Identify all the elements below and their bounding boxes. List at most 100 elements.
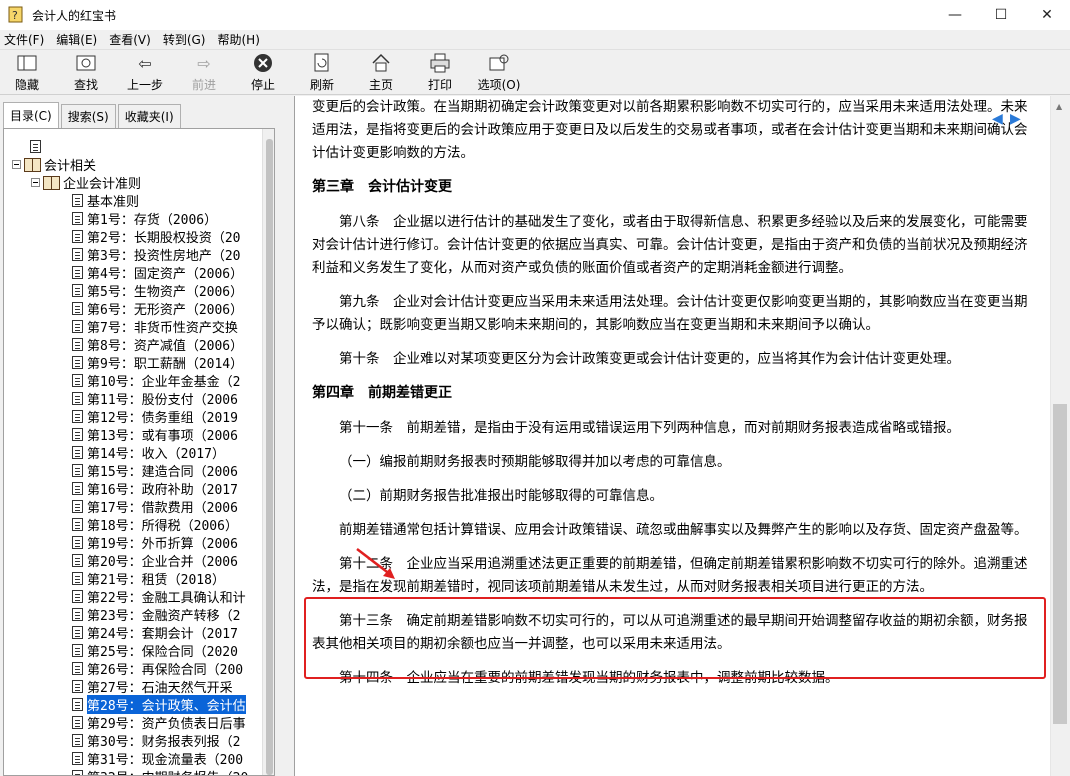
tree-item[interactable]: 第26号：再保险合同（200 xyxy=(4,659,262,678)
tree-item-label: 第4号：固定资产（2006） xyxy=(87,266,244,282)
back-icon: ⇦ xyxy=(138,53,152,73)
tree-item[interactable]: 第25号：保险合同（2020 xyxy=(4,641,262,660)
tab-contents[interactable]: 目录(C) xyxy=(3,102,59,128)
print-button[interactable]: 打印 xyxy=(415,52,465,94)
tree-item-label: 第10号：企业年金基金（2 xyxy=(87,374,241,390)
tree-item[interactable]: 基本准则 xyxy=(4,191,262,210)
minimize-button[interactable]: — xyxy=(932,0,978,30)
tab-favorites[interactable]: 收藏夹(I) xyxy=(117,104,181,128)
tree-item[interactable]: 第7号：非货币性资产交换 xyxy=(4,317,262,336)
next-page-icon[interactable]: ▶ xyxy=(1010,112,1028,126)
content-scrollbar[interactable]: ▲ xyxy=(1050,96,1070,776)
tab-search[interactable]: 搜索(S) xyxy=(60,104,116,128)
article-paragraph: （一）编报前期财务报表时预期能够取得并加以考虑的可靠信息。 xyxy=(339,454,731,470)
tree-item[interactable]: 第15号：建造合同（2006 xyxy=(4,461,262,480)
tree-item[interactable]: 第31号：现金流量表（200 xyxy=(4,749,262,768)
tree-item[interactable]: 第16号：政府补助（2017 xyxy=(4,479,262,498)
chapter-heading: 第三章 会计估计变更 xyxy=(312,179,452,195)
collapse-icon[interactable] xyxy=(12,159,21,169)
tree-item[interactable]: 第8号：资产减值（2006） xyxy=(4,335,262,354)
menu-edit[interactable]: 编辑(E) xyxy=(56,31,97,48)
tree-item[interactable]: 第30号：财务报表列报（2 xyxy=(4,731,262,750)
content-pane: 变更后的会计政策。在当期期初确定会计政策变更对以前各期累积影响数不切实可行的，应… xyxy=(294,96,1050,776)
tree-item[interactable]: 第19号：外币折算（2006 xyxy=(4,533,262,552)
tree-item-label: 第22号：金融工具确认和计 xyxy=(87,590,246,606)
scroll-up-icon[interactable]: ▲ xyxy=(1056,102,1062,111)
annotation-arrow-icon xyxy=(356,548,395,579)
menu-file[interactable]: 文件(F) xyxy=(4,31,44,48)
toolbar: 隐藏 查找 ⇦ 上一步 ⇨ 前进 停止 刷新 主页 打印 选项(O) xyxy=(0,49,1070,95)
forward-label: 前进 xyxy=(191,78,216,92)
tree-item[interactable]: 第11号：股份支付（2006 xyxy=(4,389,262,408)
tree-item[interactable]: 第21号：租赁（2018） xyxy=(4,569,262,588)
page-icon xyxy=(72,247,83,261)
tree-item[interactable]: 第28号：会计政策、会计估 xyxy=(4,694,262,714)
tree-item[interactable]: 第32号：中期财务报告（20 xyxy=(4,767,262,775)
tree-item[interactable]: 第14号：收入（2017） xyxy=(4,443,262,462)
article-paragraph: （二）前期财务报告批准报出时能够取得的可靠信息。 xyxy=(339,488,663,504)
hide-icon xyxy=(16,52,38,74)
page-icon xyxy=(72,337,83,351)
back-button[interactable]: ⇦ 上一步 xyxy=(120,52,170,94)
tree-item-label: 第8号：资产减值（2006） xyxy=(87,338,244,354)
content-scroll-thumb[interactable] xyxy=(1053,404,1067,724)
tree-item[interactable]: 第6号：无形资产（2006） xyxy=(4,299,262,318)
tree-item-label: 第7号：非货币性资产交换 xyxy=(87,320,238,336)
hide-button[interactable]: 隐藏 xyxy=(2,52,52,94)
tree-scroll-thumb[interactable] xyxy=(266,139,273,775)
page-icon xyxy=(72,625,83,639)
tree-item[interactable]: 第10号：企业年金基金（2 xyxy=(4,371,262,390)
tree-item-label: 第21号：租赁（2018） xyxy=(87,572,225,588)
page-icon xyxy=(72,499,83,513)
refresh-button[interactable]: 刷新 xyxy=(297,52,347,94)
tree-item-label: 第18号：所得税（2006） xyxy=(87,518,238,534)
maximize-button[interactable]: ☐ xyxy=(978,0,1024,30)
tree-item[interactable]: 第9号：职工薪酬（2014） xyxy=(4,353,262,372)
tree-item-label: 第23号：金融资产转移（2 xyxy=(87,608,241,624)
tree-item[interactable]: 第1号：存货（2006） xyxy=(4,209,262,228)
menu-help[interactable]: 帮助(H) xyxy=(217,31,259,48)
tree-item[interactable]: 第23号：金融资产转移（2 xyxy=(4,605,262,624)
tree-item-label: 基本准则 xyxy=(87,194,140,210)
options-button[interactable]: 选项(O) xyxy=(474,52,524,94)
article-paragraph: 第八条 企业据以进行估计的基础发生了变化，或者由于取得新信息、积累更多经验以及后… xyxy=(312,214,1028,276)
article-paragraph: 变更后的会计政策。在当期期初确定会计政策变更对以前各期累积影响数不切实可行的，应… xyxy=(312,99,1028,161)
tree-folder[interactable]: 企业会计准则 xyxy=(4,173,262,192)
tree-item[interactable]: 第22号：金融工具确认和计 xyxy=(4,587,262,606)
menu-view[interactable]: 查看(V) xyxy=(109,31,151,48)
tree-item-label: 第14号：收入（2017） xyxy=(87,446,225,462)
tree-item[interactable]: 第2号：长期股权投资（20 xyxy=(4,227,262,246)
tree-item[interactable]: 第4号：固定资产（2006） xyxy=(4,263,262,282)
tree-item[interactable]: 第27号：石油天然气开采 xyxy=(4,677,262,696)
tree-item[interactable]: 第20号：企业合并（2006 xyxy=(4,551,262,570)
tree-item-label: 第1号：存货（2006） xyxy=(87,212,218,228)
tree-item[interactable]: 第29号：资产负债表日后事 xyxy=(4,713,262,732)
tree-item[interactable]: 第13号：或有事项（2006 xyxy=(4,425,262,444)
tree-item-label: 第27号：石油天然气开采 xyxy=(87,680,233,696)
tree-item[interactable]: 第5号：生物资产（2006） xyxy=(4,281,262,300)
tree-scrollbar[interactable] xyxy=(262,129,274,775)
page-icon xyxy=(72,481,83,495)
tree-item-label: 第20号：企业合并（2006 xyxy=(87,554,238,570)
menu-goto[interactable]: 转到(G) xyxy=(163,31,206,48)
tree-item[interactable]: 第3号：投资性房地产（20 xyxy=(4,245,262,264)
article-paragraph: 第十一条 前期差错，是指由于没有运用或错误运用下列两种信息，而对前期财务报表造成… xyxy=(339,420,960,436)
forward-button[interactable]: ⇨ 前进 xyxy=(179,52,229,94)
page-icon xyxy=(72,373,83,387)
tree-item[interactable]: 第17号：借款费用（2006 xyxy=(4,497,262,516)
tree-top-page[interactable] xyxy=(4,137,262,155)
tree-item[interactable]: 第12号：债务重组（2019 xyxy=(4,407,262,426)
page-icon xyxy=(72,751,83,765)
tree-root[interactable]: 会计相关 xyxy=(4,155,262,174)
article-body: 变更后的会计政策。在当期期初确定会计政策变更对以前各期累积影响数不切实可行的，应… xyxy=(312,96,1036,701)
close-button[interactable]: ✕ xyxy=(1024,0,1070,30)
tree-item[interactable]: 第24号：套期会计（2017 xyxy=(4,623,262,642)
tree-item[interactable]: 第18号：所得税（2006） xyxy=(4,515,262,534)
find-button[interactable]: 查找 xyxy=(61,52,111,94)
home-button[interactable]: 主页 xyxy=(356,52,406,94)
page-icon xyxy=(72,553,83,567)
article-paragraph: 第九条 企业对会计估计变更应当采用未来适用法处理。会计估计变更仅影响变更当期的，… xyxy=(312,294,1028,333)
stop-button[interactable]: 停止 xyxy=(238,52,288,94)
collapse-icon[interactable] xyxy=(31,177,40,187)
prev-page-icon[interactable]: ◀ xyxy=(992,112,1010,126)
